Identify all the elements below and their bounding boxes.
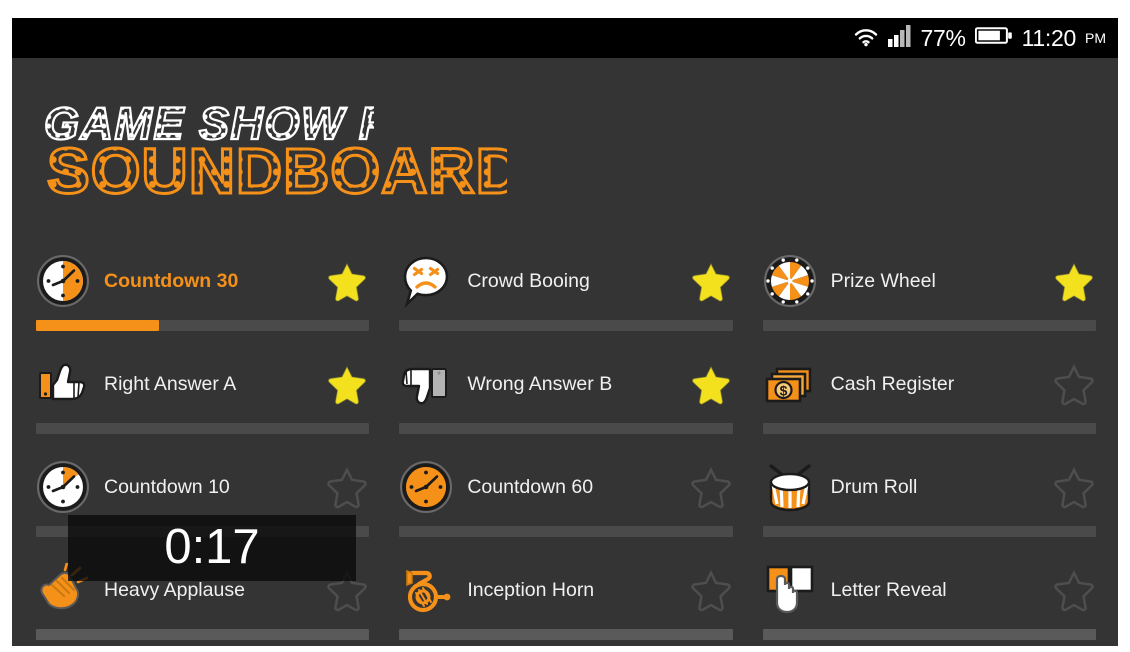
sound-name-label: Prize Wheel bbox=[830, 269, 936, 292]
sound-play-button[interactable]: Right Answer A bbox=[32, 343, 373, 425]
sound-cell: Countdown 30 bbox=[32, 240, 373, 343]
sound-name-label: Cash Register bbox=[830, 372, 955, 395]
star-outline-icon[interactable] bbox=[1052, 465, 1096, 509]
money-stack-icon: $ bbox=[763, 357, 817, 411]
star-filled-icon[interactable] bbox=[325, 362, 369, 406]
star-outline-icon[interactable] bbox=[689, 568, 733, 612]
playback-progress-bar[interactable] bbox=[399, 320, 733, 331]
clock-countdown-60-icon bbox=[399, 460, 453, 514]
sound-cell: Crowd Booing bbox=[395, 240, 736, 343]
sound-name-label: Wrong Answer B bbox=[467, 372, 613, 395]
logo-title-line2: SOUNDBOARD SOUNDBOARD bbox=[47, 141, 507, 205]
clock-ampm-label: PM bbox=[1085, 29, 1106, 46]
countdown-timer-label: 0:17 bbox=[164, 519, 260, 574]
letter-cards-hand-icon bbox=[763, 563, 817, 617]
clock-countdown-10-icon bbox=[36, 460, 90, 514]
sound-cell: Countdown 60 bbox=[395, 446, 736, 549]
star-filled-icon[interactable] bbox=[689, 362, 733, 406]
playback-progress-bar[interactable] bbox=[399, 629, 733, 640]
star-filled-icon[interactable] bbox=[325, 259, 369, 303]
playback-progress-bar[interactable] bbox=[762, 629, 1096, 640]
clock-countdown-30-icon bbox=[36, 254, 90, 308]
sound-play-button[interactable]: Prize Wheel bbox=[759, 240, 1100, 322]
sound-name-label: Countdown 30 bbox=[104, 269, 239, 292]
clock-time-label: 11:20 bbox=[1021, 24, 1077, 51]
drum-icon bbox=[763, 460, 817, 514]
sound-cell: Letter Reveal bbox=[759, 549, 1100, 646]
playback-progress-bar[interactable] bbox=[762, 526, 1096, 537]
sound-name-label: Heavy Applause bbox=[104, 578, 245, 601]
sound-play-button[interactable]: Countdown 60 bbox=[395, 446, 736, 528]
star-filled-icon[interactable] bbox=[1052, 259, 1096, 303]
sound-cell: Right Answer A bbox=[32, 343, 373, 446]
playback-progress-bar[interactable] bbox=[762, 320, 1096, 331]
app-window: 77% 11:20 PM GAME SHOW FX bbox=[12, 18, 1118, 646]
star-outline-icon[interactable] bbox=[1052, 362, 1096, 406]
french-horn-icon bbox=[399, 563, 453, 617]
sound-cell: $ Cash Register bbox=[759, 343, 1100, 446]
app-logo: GAME SHOW FX GAME SHOW FX SOUNDBOARD SOU… bbox=[44, 103, 507, 205]
angry-face-speech-bubble-icon bbox=[399, 254, 453, 308]
sound-name-label: Inception Horn bbox=[467, 578, 595, 601]
sound-name-label: Countdown 60 bbox=[467, 475, 594, 498]
android-status-bar: 77% 11:20 PM bbox=[12, 18, 1118, 58]
soundboard-grid: Countdown 30 Crowd Booing Prize Wheel Ri… bbox=[32, 240, 1100, 646]
countdown-toast-overlay: 0:17 bbox=[68, 515, 356, 581]
thumbs-down-icon bbox=[399, 357, 453, 411]
playback-progress-bar[interactable] bbox=[36, 629, 370, 640]
playback-progress-bar[interactable] bbox=[762, 423, 1096, 434]
sound-play-button[interactable]: Wrong Answer B bbox=[395, 343, 736, 425]
sound-play-button[interactable]: Letter Reveal bbox=[759, 549, 1100, 631]
sound-play-button[interactable]: $ Cash Register bbox=[759, 343, 1100, 425]
playback-progress-fill bbox=[36, 320, 160, 331]
sound-cell: Inception Horn bbox=[395, 549, 736, 646]
sound-name-label: Right Answer A bbox=[104, 372, 237, 395]
playback-progress-bar[interactable] bbox=[399, 526, 733, 537]
star-outline-icon[interactable] bbox=[325, 465, 369, 509]
sound-name-label: Countdown 10 bbox=[104, 475, 230, 498]
battery-icon bbox=[974, 26, 1013, 50]
star-filled-icon[interactable] bbox=[689, 259, 733, 303]
sound-cell: Wrong Answer B bbox=[395, 343, 736, 446]
sound-name-label: Letter Reveal bbox=[830, 578, 947, 601]
star-outline-icon[interactable] bbox=[689, 465, 733, 509]
playback-progress-bar[interactable] bbox=[36, 320, 370, 331]
playback-progress-bar[interactable] bbox=[399, 423, 733, 434]
signal-bars-icon bbox=[887, 24, 912, 52]
playback-progress-bar[interactable] bbox=[36, 423, 370, 434]
battery-percent-label: 77% bbox=[920, 24, 966, 51]
sound-name-label: Drum Roll bbox=[830, 475, 918, 498]
sound-cell: Prize Wheel bbox=[759, 240, 1100, 343]
wifi-icon bbox=[853, 25, 879, 52]
thumbs-up-icon bbox=[36, 357, 90, 411]
svg-text:$: $ bbox=[779, 383, 787, 399]
sound-play-button[interactable]: Inception Horn bbox=[395, 549, 736, 631]
sound-cell: Drum Roll bbox=[759, 446, 1100, 549]
sound-play-button[interactable]: Crowd Booing bbox=[395, 240, 736, 322]
sound-play-button[interactable]: Drum Roll bbox=[759, 446, 1100, 528]
star-outline-icon[interactable] bbox=[1052, 568, 1096, 612]
prize-wheel-icon bbox=[763, 254, 817, 308]
sound-play-button[interactable]: Countdown 30 bbox=[32, 240, 373, 322]
sound-name-label: Crowd Booing bbox=[467, 269, 590, 292]
